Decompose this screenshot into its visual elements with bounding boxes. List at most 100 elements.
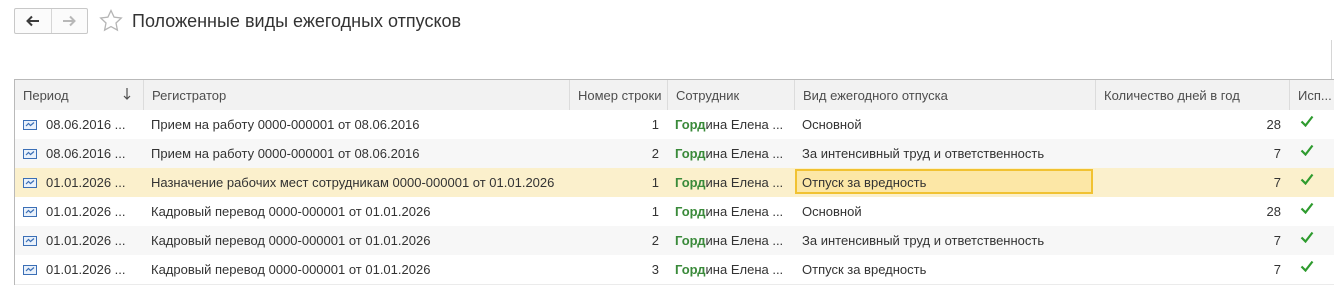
employee-search-highlight: Горд (675, 262, 706, 277)
cell-used (1289, 139, 1334, 168)
title-bar: Положенные виды ежегодных отпусков (0, 0, 1334, 44)
cell-line-number: 2 (651, 233, 659, 248)
cell-line-number: 1 (651, 204, 659, 219)
column-header-label: Номер строки (578, 87, 662, 103)
cell-days-per-year: 7 (1273, 146, 1281, 161)
employee-name-rest: ина Елена ... (705, 117, 784, 132)
period-value: 01.01.2026 ... (46, 233, 126, 248)
column-header-label: Вид ежегодного отпуска (803, 87, 948, 103)
cell-period: 01.01.2026 ... (15, 226, 143, 255)
cell-vacation-kind[interactable]: За интенсивный труд и ответственность (794, 226, 1095, 255)
period-value: 08.06.2016 ... (46, 117, 126, 132)
employee-name-rest: ина Елена ... (705, 175, 784, 190)
data-table: Период Регистратор Номер строки Сотрудни… (14, 79, 1334, 285)
cell-registrar[interactable]: Кадровый перевод 0000-000001 от 01.01.20… (143, 197, 569, 226)
employee-search-highlight: Горд (675, 233, 706, 248)
cell-days-per-year: 7 (1273, 262, 1281, 277)
checkmark-icon (1300, 260, 1314, 272)
cell-vacation-kind[interactable]: Основной (794, 197, 1095, 226)
cell-employee[interactable]: Горд ина Елена ... (667, 110, 794, 139)
cell-period: 08.06.2016 ... (15, 139, 143, 168)
cell-days-per-year: 28 (1266, 117, 1281, 132)
table-row[interactable]: 08.06.2016 ... Прием на работу 0000-0000… (15, 139, 1334, 169)
checkmark-icon (1300, 173, 1314, 185)
register-record-icon (23, 264, 37, 275)
cell-line-number: 3 (651, 262, 659, 277)
table-row[interactable]: 01.01.2026 ... Кадровый перевод 0000-000… (15, 197, 1334, 227)
page-title: Положенные виды ежегодных отпусков (132, 11, 462, 31)
cell-line-number: 1 (651, 175, 659, 190)
column-header-label: Количество дней в год (1104, 87, 1240, 103)
cell-registrar[interactable]: Прием на работу 0000-000001 от 08.06.201… (143, 139, 569, 168)
register-record-icon (23, 206, 37, 217)
cell-used (1289, 168, 1334, 197)
arrow-right-icon (63, 15, 77, 27)
cell-period: 01.01.2026 ... (15, 168, 143, 197)
checkmark-icon (1300, 202, 1314, 214)
checkmark-icon (1300, 115, 1314, 127)
table-row[interactable]: 01.01.2026 ... Кадровый перевод 0000-000… (15, 255, 1334, 285)
forward-button[interactable] (50, 9, 88, 33)
employee-search-highlight: Горд (675, 175, 706, 190)
cell-days-per-year: 28 (1266, 204, 1281, 219)
table-header: Период Регистратор Номер строки Сотрудни… (15, 80, 1334, 111)
cell-vacation-kind[interactable]: Отпуск за вредность (794, 255, 1095, 284)
checkmark-icon (1300, 144, 1314, 156)
column-header-used[interactable]: Исп... (1289, 80, 1334, 110)
cell-period: 01.01.2026 ... (15, 197, 143, 226)
cell-registrar[interactable]: Прием на работу 0000-000001 от 08.06.201… (143, 110, 569, 139)
register-record-icon (23, 235, 37, 246)
column-header-registrar[interactable]: Регистратор (143, 80, 569, 110)
register-record-icon (23, 177, 37, 188)
cell-registrar[interactable]: Кадровый перевод 0000-000001 от 01.01.20… (143, 255, 569, 284)
employee-search-highlight: Горд (675, 146, 706, 161)
register-record-icon (23, 119, 37, 130)
table-row-selected[interactable]: 01.01.2026 ... Назначение рабочих мест с… (15, 168, 1334, 198)
cell-days-per-year: 7 (1273, 175, 1281, 190)
cell-employee[interactable]: Горд ина Елена ... (667, 197, 794, 226)
register-record-icon (23, 148, 37, 159)
cell-vacation-kind-active[interactable]: Отпуск за вредность (794, 168, 1095, 197)
cell-registrar[interactable]: Назначение рабочих мест сотрудникам 0000… (143, 168, 569, 197)
employee-name-rest: ина Елена ... (705, 262, 784, 277)
cell-period: 08.06.2016 ... (15, 110, 143, 139)
table-row[interactable]: 01.01.2026 ... Кадровый перевод 0000-000… (15, 226, 1334, 256)
cell-used (1289, 226, 1334, 255)
cell-vacation-kind[interactable]: Основной (794, 110, 1095, 139)
cell-employee[interactable]: Горд ина Елена ... (667, 226, 794, 255)
star-outline-icon[interactable] (99, 9, 123, 32)
column-header-period[interactable]: Период (15, 80, 143, 110)
column-header-label: Период (23, 87, 69, 103)
cell-line-number: 2 (651, 146, 659, 161)
employee-name-rest: ина Елена ... (705, 233, 784, 248)
column-header-label: Регистратор (152, 87, 227, 103)
checkmark-icon (1300, 231, 1314, 243)
back-button[interactable] (15, 9, 51, 33)
column-header-days-per-year[interactable]: Количество дней в год (1095, 80, 1289, 110)
period-value: 01.01.2026 ... (46, 262, 126, 277)
table-row[interactable]: 08.06.2016 ... Прием на работу 0000-0000… (15, 110, 1334, 140)
cell-used (1289, 110, 1334, 139)
column-header-vacation-kind[interactable]: Вид ежегодного отпуска (794, 80, 1095, 110)
cell-used (1289, 255, 1334, 284)
cell-line-number: 1 (651, 117, 659, 132)
cell-vacation-kind[interactable]: За интенсивный труд и ответственность (794, 139, 1095, 168)
cell-days-per-year: 7 (1273, 233, 1281, 248)
period-value: 01.01.2026 ... (46, 175, 126, 190)
cell-used (1289, 197, 1334, 226)
column-header-label: Исп... (1298, 87, 1332, 103)
sort-descending-icon[interactable] (123, 87, 131, 101)
cell-employee[interactable]: Горд ина Елена ... (667, 168, 794, 197)
column-header-employee[interactable]: Сотрудник (667, 80, 794, 110)
employee-name-rest: ина Елена ... (705, 146, 784, 161)
cell-employee[interactable]: Горд ина Елена ... (667, 255, 794, 284)
period-value: 01.01.2026 ... (46, 204, 126, 219)
cell-employee[interactable]: Горд ина Елена ... (667, 139, 794, 168)
arrow-left-icon (25, 15, 39, 27)
employee-search-highlight: Горд (675, 204, 706, 219)
period-value: 08.06.2016 ... (46, 146, 126, 161)
cell-period: 01.01.2026 ... (15, 255, 143, 284)
navigation-buttons (14, 8, 88, 34)
column-header-line-number[interactable]: Номер строки (569, 80, 667, 110)
cell-registrar[interactable]: Кадровый перевод 0000-000001 от 01.01.20… (143, 226, 569, 255)
